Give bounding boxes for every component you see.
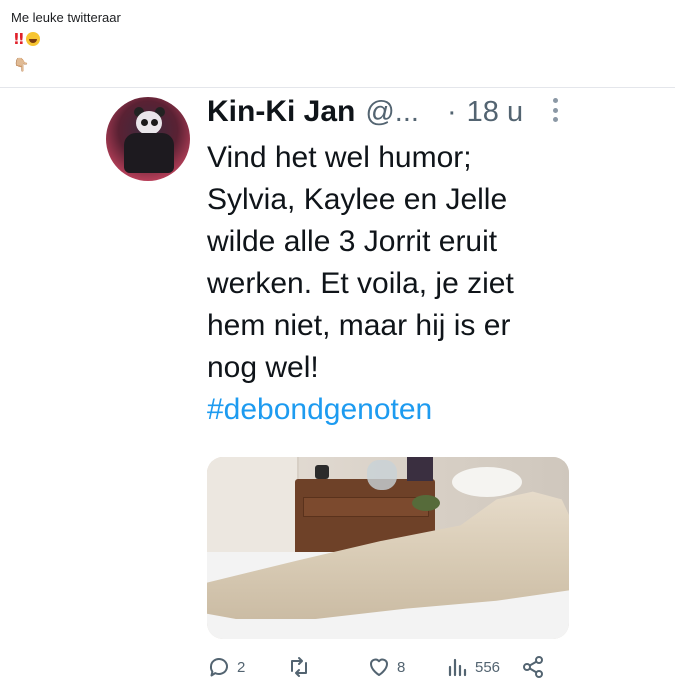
tweet-line: Vind het wel humor;: [207, 141, 472, 174]
author-handle[interactable]: @...: [365, 96, 419, 129]
heart-icon: [370, 658, 388, 676]
tweet-actions: 2 8 556: [207, 652, 552, 682]
tweet-line: werken. Et voila, je ziet: [207, 267, 514, 300]
reply-button[interactable]: 2: [207, 652, 245, 682]
tweet-time[interactable]: 18 u: [467, 96, 523, 129]
tweet-line: nog wel!: [207, 351, 319, 384]
views-chart-icon: [448, 658, 467, 677]
views-button[interactable]: 556: [445, 652, 500, 682]
author-name[interactable]: Kin-Ki Jan: [207, 95, 355, 129]
more-options-icon[interactable]: [551, 98, 559, 122]
emoji-line: !!: [13, 30, 40, 48]
avatar[interactable]: [106, 97, 190, 181]
tweet-header: Kin-Ki Jan @... · 18 u: [207, 92, 523, 132]
share-icon: [523, 656, 543, 678]
separator-dot: ·: [446, 95, 457, 128]
retweet-icon: [291, 657, 307, 677]
post-caption: Me leuke twitteraar: [11, 10, 121, 25]
tweet-line: Sylvia, Kaylee en Jelle: [207, 183, 508, 216]
tweet-line: wilde alle 3 Jorrit eruit: [207, 225, 498, 258]
hashtag-link[interactable]: #debondgenoten: [207, 389, 587, 431]
tweet-media-image[interactable]: [207, 457, 569, 639]
tweet-text: Vind het wel humor; Sylvia, Kaylee en Je…: [207, 137, 587, 431]
views-count: 556: [475, 658, 501, 676]
share-button[interactable]: [521, 652, 545, 682]
retweet-button[interactable]: [287, 652, 317, 682]
double-exclamation-icon: !!: [13, 30, 25, 48]
pointing-down-icon: 👇🏼: [13, 58, 30, 73]
reply-icon: [209, 658, 228, 677]
like-button[interactable]: 8: [367, 652, 405, 682]
like-count: 8: [397, 658, 406, 676]
post-header: Me leuke twitteraar !! 👇🏼: [0, 0, 675, 88]
divider: [0, 87, 675, 88]
laughing-face-icon: [25, 32, 40, 46]
reply-count: 2: [237, 658, 246, 676]
tweet-line: hem niet, maar hij is er: [207, 309, 511, 342]
